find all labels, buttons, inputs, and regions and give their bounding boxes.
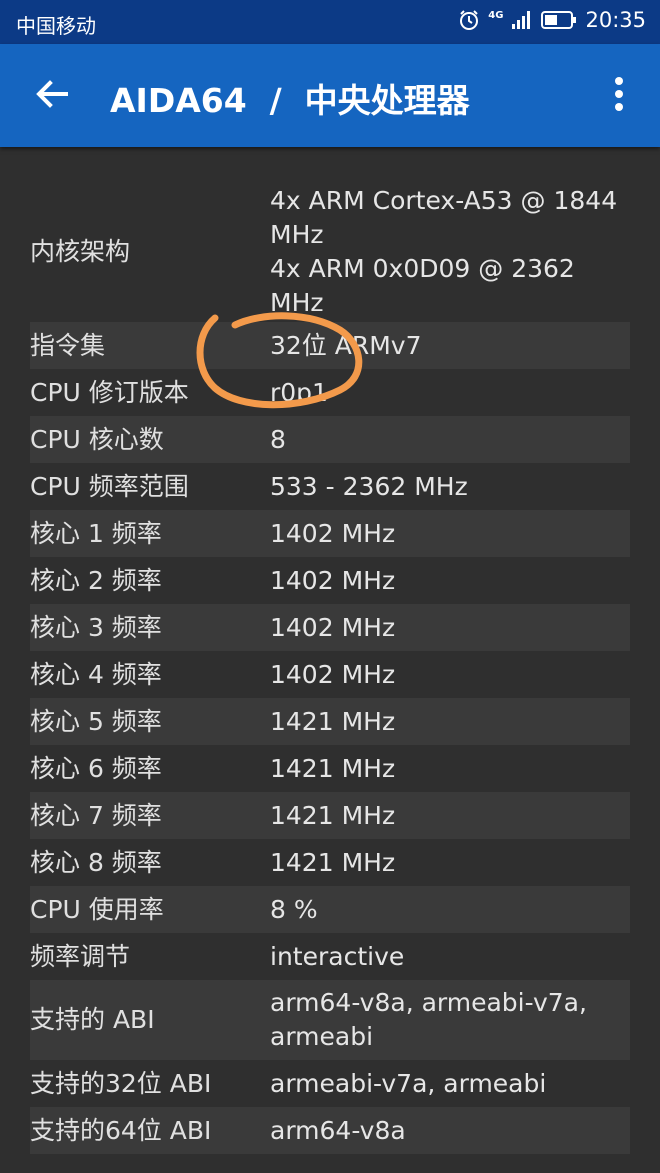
row-label: CPU 频率范围: [30, 471, 189, 501]
row-value: 32位 ARMv7: [270, 330, 422, 360]
row-core5-freq[interactable]: 核心 5 频率 1421 MHz: [30, 698, 630, 745]
more-vert-icon: [615, 77, 623, 111]
row-value: 1402 MHz: [270, 612, 396, 642]
row-value: 1402 MHz: [270, 565, 396, 595]
row-supported-abi[interactable]: 支持的 ABI arm64-v8a, armeabi-v7a, armeabi: [30, 980, 630, 1060]
status-bar: 中国移动 4G 20:35: [0, 0, 660, 44]
row-value: 1421 MHz: [270, 753, 396, 783]
row-value: 8 %: [270, 894, 318, 924]
row-label: 核心 5 频率: [30, 706, 162, 736]
row-value: 1402 MHz: [270, 518, 396, 548]
row-value: 533 - 2362 MHz: [270, 471, 468, 501]
row-instruction-set[interactable]: 指令集 32位 ARMv7: [30, 322, 630, 369]
row-label: 核心 2 频率: [30, 565, 162, 595]
status-icons: 4G 20:35: [458, 8, 646, 32]
row-cpu-usage[interactable]: CPU 使用率 8 %: [30, 886, 630, 933]
row-label: 内核架构: [30, 237, 131, 266]
row-supported-abi-64[interactable]: 支持的64位 ABI arm64-v8a: [30, 1107, 630, 1154]
row-core7-freq[interactable]: 核心 7 频率 1421 MHz: [30, 792, 630, 839]
status-time: 20:35: [585, 8, 646, 32]
row-value: interactive: [270, 941, 405, 971]
row-value: 1402 MHz: [270, 659, 396, 689]
row-label: 指令集: [30, 330, 106, 360]
row-core2-freq[interactable]: 核心 2 频率 1402 MHz: [30, 557, 630, 604]
row-label: 核心 1 频率: [30, 518, 162, 548]
row-label: 核心 4 频率: [30, 659, 162, 689]
row-value: armeabi-v7a, armeabi: [270, 1068, 547, 1098]
page-title: AIDA64 / 中央处理器: [110, 81, 470, 120]
row-label: 支持的 ABI: [30, 1005, 155, 1034]
row-label: 核心 8 频率: [30, 847, 162, 877]
row-value: 4x ARM Cortex-A53 @ 1844 MHz 4x ARM 0x0D…: [270, 186, 618, 317]
row-supported-abi-32[interactable]: 支持的32位 ABI armeabi-v7a, armeabi: [30, 1060, 630, 1107]
row-core6-freq[interactable]: 核心 6 频率 1421 MHz: [30, 745, 630, 792]
row-label: 频率调节: [30, 941, 131, 971]
row-label: 支持的64位 ABI: [30, 1115, 212, 1145]
row-label: CPU 使用率: [30, 894, 164, 924]
carrier-name: 中国移动: [16, 14, 96, 38]
row-label: 核心 3 频率: [30, 612, 162, 642]
row-core4-freq[interactable]: 核心 4 频率 1402 MHz: [30, 651, 630, 698]
row-core1-freq[interactable]: 核心 1 频率 1402 MHz: [30, 510, 630, 557]
row-value: 1421 MHz: [270, 847, 396, 877]
signal-icon: [512, 11, 531, 29]
network-type: 4G: [488, 10, 504, 21]
row-core3-freq[interactable]: 核心 3 频率 1402 MHz: [30, 604, 630, 651]
arrow-left-icon: [36, 80, 68, 108]
row-value: r0p1: [270, 377, 328, 407]
row-value: 1421 MHz: [270, 800, 396, 830]
row-label: CPU 修订版本: [30, 377, 189, 407]
row-label: CPU 核心数: [30, 424, 164, 454]
row-cpu-revision[interactable]: CPU 修订版本 r0p1: [30, 369, 630, 416]
row-value: arm64-v8a, armeabi-v7a, armeabi: [270, 988, 587, 1051]
cpu-info-list: 内核架构 4x ARM Cortex-A53 @ 1844 MHz 4x ARM…: [30, 182, 630, 1154]
row-governor[interactable]: 频率调节 interactive: [30, 933, 630, 980]
overflow-menu-button[interactable]: [604, 74, 634, 114]
row-value: 1421 MHz: [270, 706, 396, 736]
back-button[interactable]: [30, 72, 74, 116]
battery-icon: [541, 11, 577, 29]
row-value: arm64-v8a: [270, 1115, 406, 1145]
row-label: 支持的32位 ABI: [30, 1068, 212, 1098]
alarm-icon: [460, 10, 479, 30]
row-value: 8: [270, 424, 286, 454]
row-core8-freq[interactable]: 核心 8 频率 1421 MHz: [30, 839, 630, 886]
row-core-count[interactable]: CPU 核心数 8: [30, 416, 630, 463]
app-bar: AIDA64 / 中央处理器: [0, 44, 660, 147]
row-freq-range[interactable]: CPU 频率范围 533 - 2362 MHz: [30, 463, 630, 510]
row-label: 核心 7 频率: [30, 800, 162, 830]
row-label: 核心 6 频率: [30, 753, 162, 783]
row-core-arch[interactable]: 内核架构 4x ARM Cortex-A53 @ 1844 MHz 4x ARM…: [30, 182, 630, 322]
